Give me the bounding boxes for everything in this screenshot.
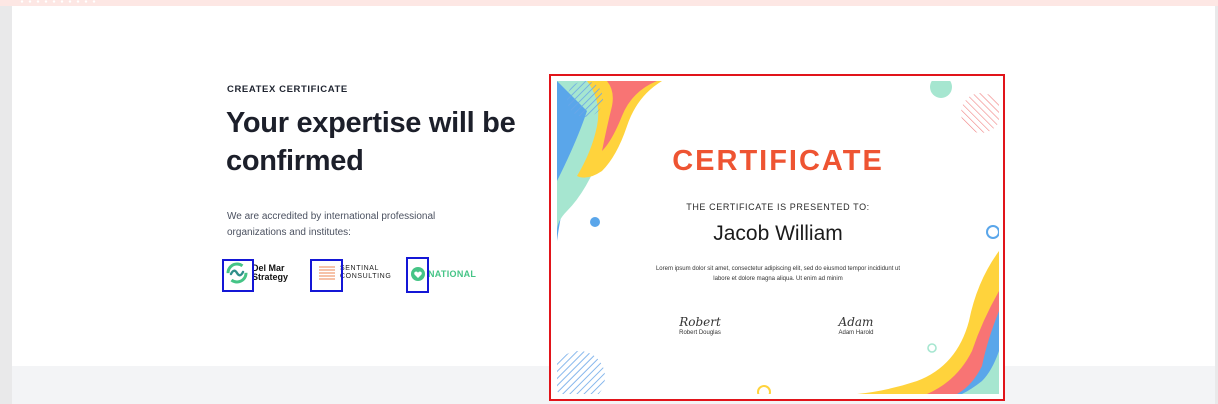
signature-name: Robert Douglas [679, 330, 721, 336]
signature-block: Adam Adam Harold [811, 315, 901, 336]
certificate-body-text: Lorem ipsum dolor sit amet, consectetur … [655, 266, 901, 282]
certificate-recipient: Jacob William [713, 222, 843, 245]
partner-name: NATIONAL [428, 269, 477, 279]
certificate-title: CERTIFICATE [672, 145, 884, 177]
signature-name: Adam Harold [838, 330, 874, 336]
certificate-image: CERTIFICATE THE CERTIFICATE IS PRESENTED… [557, 81, 999, 394]
section-headline: Your expertise will be confirmed [226, 107, 516, 177]
section-eyebrow: CREATEX CERTIFICATE [227, 84, 348, 95]
partner-name: Del Mar Strategy [252, 263, 289, 282]
highlight-box [222, 259, 254, 292]
dots-decoration [18, 0, 96, 3]
partner-name: SENTINAL CONSULTING [340, 265, 392, 280]
section-description: We are accredited by international profe… [227, 211, 436, 238]
signature-script: Robert [679, 315, 721, 329]
highlight-box [406, 257, 429, 293]
signature-script: Adam [838, 315, 874, 329]
certificate-presented-to: THE CERTIFICATE IS PRESENTED TO: [686, 202, 870, 212]
signature-block: Robert Robert Douglas [655, 315, 745, 336]
highlight-box [310, 259, 343, 292]
